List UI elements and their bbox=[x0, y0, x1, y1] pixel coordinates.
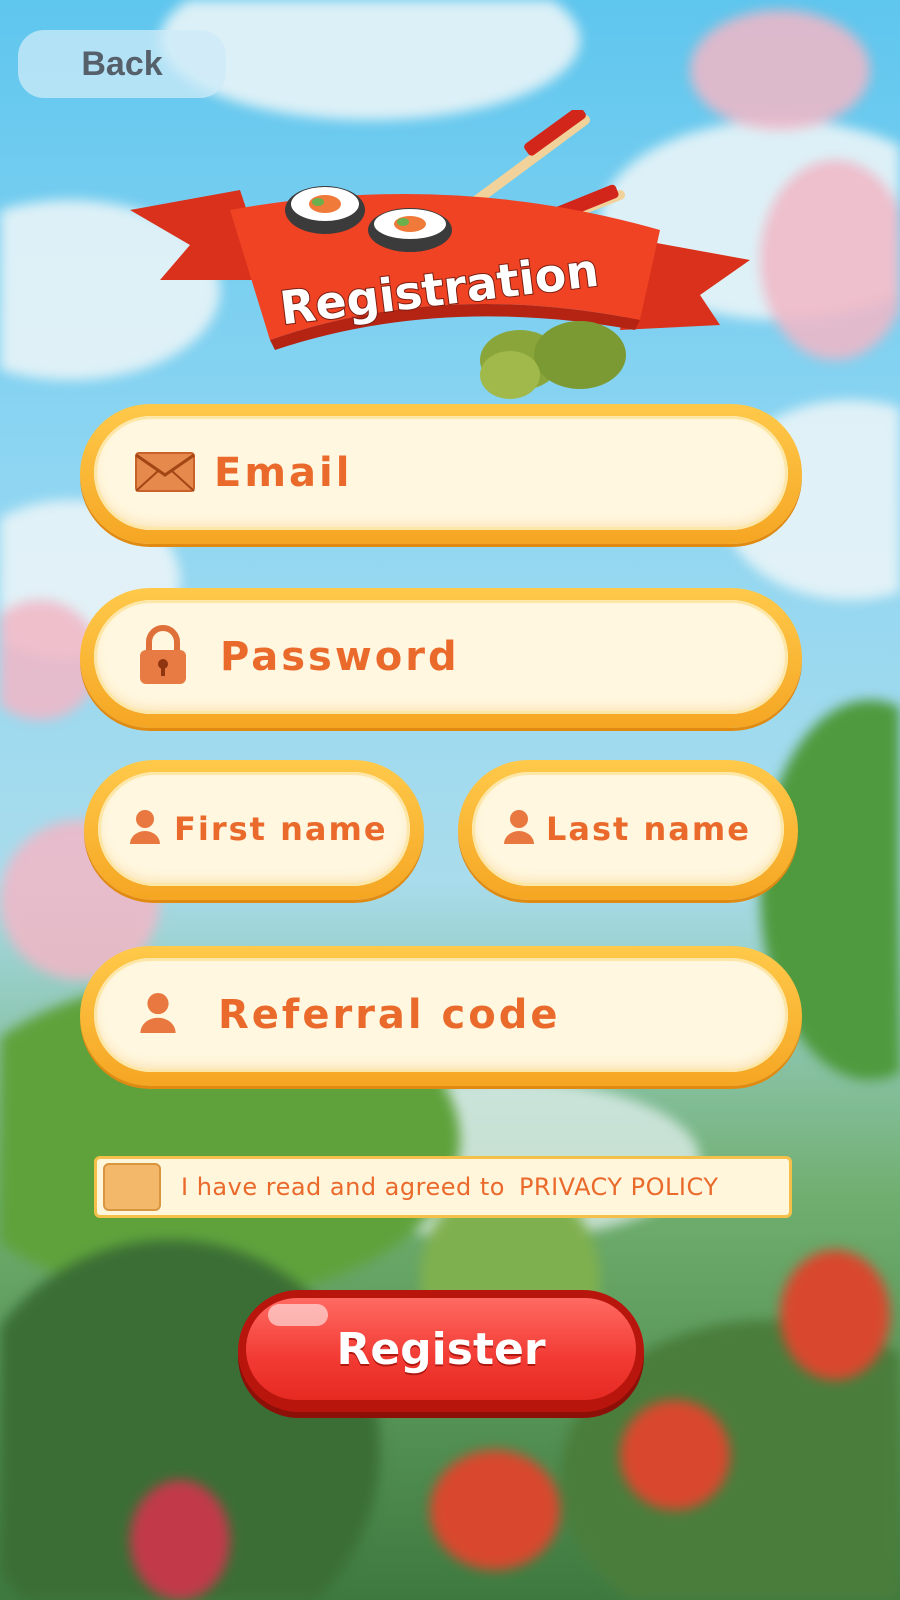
sushi-banner-graphic: Registration bbox=[130, 106, 750, 399]
envelope-icon bbox=[134, 449, 196, 497]
referral-code-label: Referral code bbox=[218, 992, 561, 1038]
register-button-label: Register bbox=[336, 1323, 546, 1375]
privacy-checkbox[interactable] bbox=[103, 1163, 161, 1211]
first-name-field[interactable]: First name bbox=[84, 760, 424, 900]
back-button-label: Back bbox=[81, 44, 163, 83]
lock-icon bbox=[138, 624, 188, 690]
user-icon bbox=[128, 808, 162, 850]
register-button[interactable]: Register bbox=[238, 1290, 644, 1412]
back-button[interactable]: Back bbox=[18, 30, 226, 98]
password-field[interactable]: Password bbox=[80, 588, 802, 728]
user-icon bbox=[502, 808, 536, 850]
registration-banner: Registration bbox=[120, 106, 760, 410]
privacy-agreement-row: I have read and agreed to PRIVACY POLICY bbox=[94, 1156, 792, 1218]
referral-code-field[interactable]: Referral code bbox=[80, 946, 802, 1086]
button-shine bbox=[268, 1304, 328, 1326]
leaves-icon bbox=[480, 321, 626, 399]
last-name-field[interactable]: Last name bbox=[458, 760, 798, 900]
password-label: Password bbox=[220, 634, 460, 680]
email-field[interactable]: Email bbox=[80, 404, 802, 544]
privacy-policy-link[interactable]: PRIVACY POLICY bbox=[519, 1173, 719, 1201]
email-label: Email bbox=[214, 450, 353, 496]
first-name-label: First name bbox=[174, 810, 388, 848]
last-name-label: Last name bbox=[546, 810, 751, 848]
agree-text: I have read and agreed to bbox=[181, 1173, 505, 1201]
user-icon bbox=[138, 990, 178, 1040]
